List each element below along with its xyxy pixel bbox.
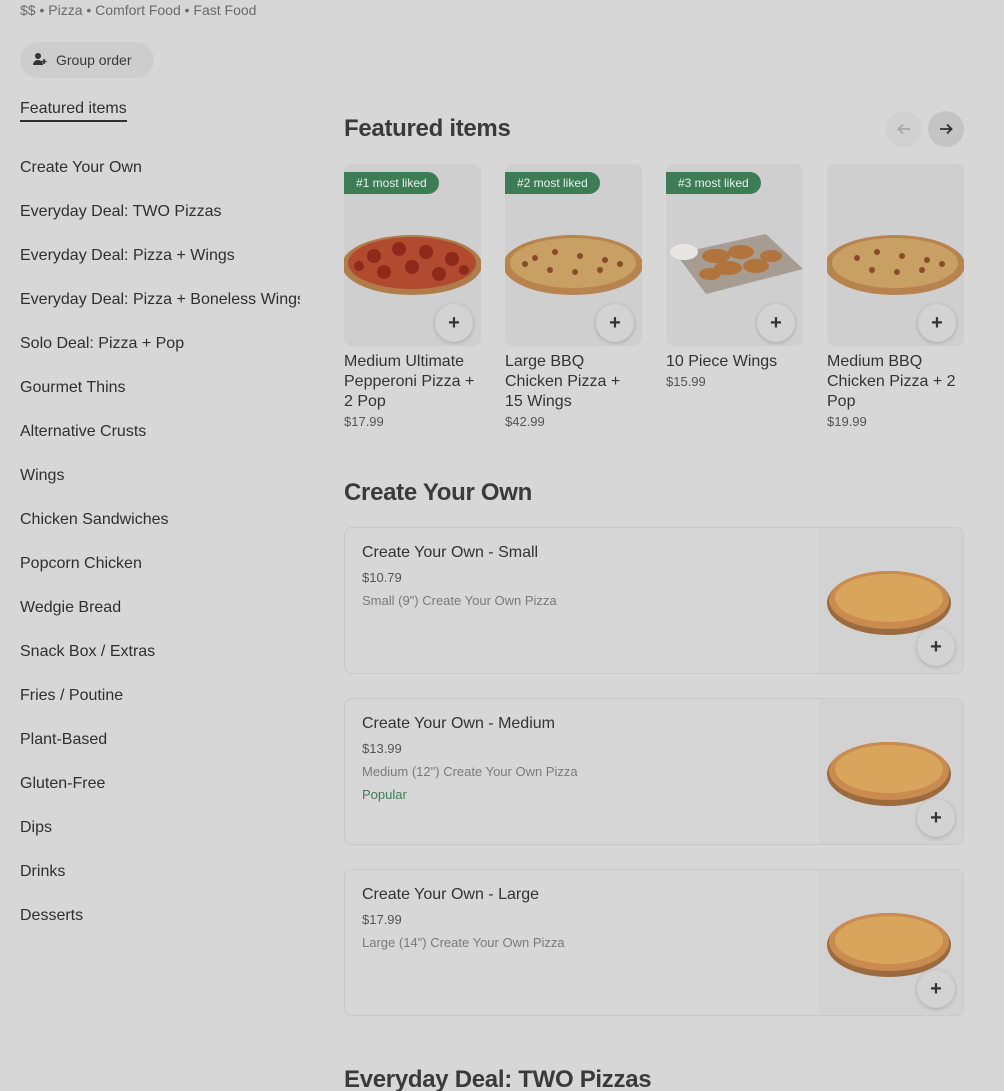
create-your-own-section-title: Create Your Own	[344, 479, 532, 506]
most-liked-badge: #1 most liked	[344, 172, 439, 194]
everyday-deal-section-title: Everyday Deal: TWO Pizzas	[344, 1066, 652, 1091]
sidebar-item-chicken-sandwiches[interactable]: Chicken Sandwiches	[20, 498, 300, 542]
sidebar-item-fries-poutine[interactable]: Fries / Poutine	[20, 674, 300, 718]
sidebar-item-plant-based[interactable]: Plant-Based	[20, 718, 300, 762]
sidebar-item-dips[interactable]: Dips	[20, 806, 300, 850]
featured-item-name: Large BBQ Chicken Pizza + 15 Wings	[505, 353, 621, 410]
menu-item-description: Large (14") Create Your Own Pizza	[362, 935, 565, 950]
sidebar-item-gourmet-thins[interactable]: Gourmet Thins	[20, 366, 300, 410]
add-to-cart-button[interactable]: +	[757, 304, 795, 342]
carousel-next-button[interactable]	[928, 111, 964, 147]
sidebar-item-featured-items[interactable]: Featured items	[20, 100, 300, 122]
menu-item-price: $17.99	[362, 912, 402, 927]
sidebar-item-alternative-crusts[interactable]: Alternative Crusts	[20, 410, 300, 454]
featured-item-price: $17.99	[344, 414, 384, 429]
popular-tag: Popular	[362, 787, 407, 802]
arrow-right-icon	[940, 123, 953, 135]
sidebar-item-wings[interactable]: Wings	[20, 454, 300, 498]
chicken-wings-image	[670, 234, 803, 294]
sidebar-item-solo-deal[interactable]: Solo Deal: Pizza + Pop	[20, 322, 300, 366]
carousel-prev-button[interactable]	[886, 111, 922, 147]
most-liked-badge: #3 most liked	[666, 172, 761, 194]
featured-item-price: $42.99	[505, 414, 545, 429]
most-liked-badge: #2 most liked	[505, 172, 600, 194]
sidebar-item-desserts[interactable]: Desserts	[20, 894, 300, 938]
featured-item-card[interactable]: #2 most liked + Large BBQ Chicken Pizza …	[505, 164, 642, 429]
sidebar-item-drinks[interactable]: Drinks	[20, 850, 300, 894]
category-sidebar: Featured items Create Your Own Everyday …	[20, 100, 300, 938]
person-add-icon	[32, 51, 48, 70]
sidebar-item-everyday-pizza-boneless-wings[interactable]: Everyday Deal: Pizza + Boneless Wings	[20, 278, 300, 322]
bbq-chicken-pizza-image	[505, 235, 642, 295]
featured-item-name: Medium Ultimate Pepperoni Pizza + 2 Pop	[344, 353, 475, 410]
sidebar-item-wedgie-bread[interactable]: Wedgie Bread	[20, 586, 300, 630]
sidebar-item-everyday-pizza-wings[interactable]: Everyday Deal: Pizza + Wings	[20, 234, 300, 278]
menu-item-price: $13.99	[362, 741, 402, 756]
arrow-left-icon	[897, 123, 910, 135]
group-order-label: Group order	[56, 52, 132, 68]
menu-main: Featured items #1 most liked + Medium Ul	[344, 110, 964, 1040]
menu-item-name: Create Your Own - Small	[362, 544, 539, 561]
add-to-cart-button[interactable]: +	[918, 304, 956, 342]
menu-item-card[interactable]: Create Your Own - Large $17.99 Large (14…	[344, 869, 964, 1016]
bbq-chicken-pizza-image	[827, 235, 964, 295]
featured-item-card[interactable]: #1 most liked + Medium Ultimate Pepperon…	[344, 164, 481, 429]
add-to-cart-button[interactable]: +	[917, 799, 955, 837]
featured-item-card[interactable]: + Medium BBQ Chicken Pizza + 2 Pop $19.9…	[827, 164, 964, 429]
add-to-cart-button[interactable]: +	[435, 304, 473, 342]
sidebar-item-gluten-free[interactable]: Gluten-Free	[20, 762, 300, 806]
featured-item-card[interactable]: #3 most liked + 10 Piece Wings $15.99	[666, 164, 803, 429]
featured-item-price: $15.99	[666, 374, 706, 389]
menu-item-description: Medium (12") Create Your Own Pizza	[362, 764, 578, 779]
menu-item-name: Create Your Own - Medium	[362, 715, 555, 732]
pepperoni-pizza-image	[344, 235, 481, 295]
featured-carousel: #1 most liked + Medium Ultimate Pepperon…	[344, 164, 964, 429]
menu-item-name: Create Your Own - Large	[362, 886, 539, 903]
sidebar-item-create-your-own[interactable]: Create Your Own	[20, 146, 300, 190]
menu-item-description: Small (9") Create Your Own Pizza	[362, 593, 557, 608]
create-your-own-list: Create Your Own - Small $10.79 Small (9"…	[344, 527, 964, 1016]
group-order-button[interactable]: Group order	[20, 42, 154, 78]
featured-item-name: 10 Piece Wings	[666, 353, 778, 370]
sidebar-item-snack-box[interactable]: Snack Box / Extras	[20, 630, 300, 674]
menu-item-card[interactable]: Create Your Own - Small $10.79 Small (9"…	[344, 527, 964, 674]
add-to-cart-button[interactable]: +	[596, 304, 634, 342]
featured-section-title: Featured items	[344, 115, 511, 142]
menu-item-price: $10.79	[362, 570, 402, 585]
menu-item-card[interactable]: Create Your Own - Medium $13.99 Medium (…	[344, 698, 964, 845]
featured-item-name: Medium BBQ Chicken Pizza + 2 Pop	[827, 353, 956, 410]
sidebar-item-everyday-two-pizzas[interactable]: Everyday Deal: TWO Pizzas	[20, 190, 300, 234]
add-to-cart-button[interactable]: +	[917, 628, 955, 666]
add-to-cart-button[interactable]: +	[917, 970, 955, 1008]
store-meta: $$ • Pizza • Comfort Food • Fast Food	[20, 2, 257, 18]
sidebar-item-popcorn-chicken[interactable]: Popcorn Chicken	[20, 542, 300, 586]
featured-item-price: $19.99	[827, 414, 867, 429]
